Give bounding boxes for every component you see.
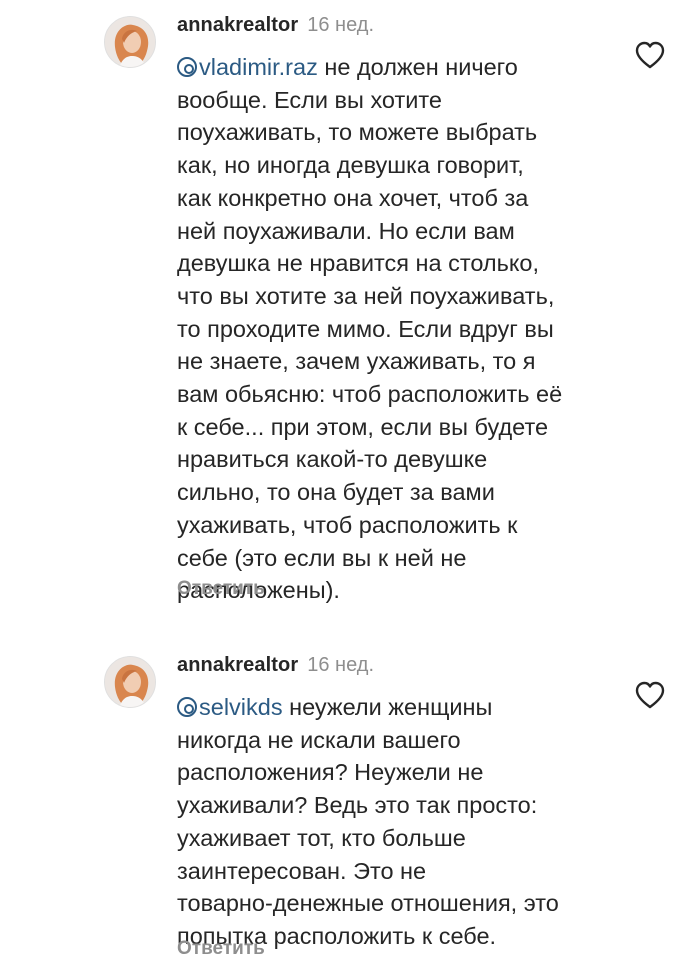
reply-button[interactable]: Ответить [177,938,265,960]
comment-line: ухаживать, чтоб расположить к [177,511,518,538]
comment-line: себе (это если вы к ней не [177,544,467,571]
comment-line: девушка не нравится на столько, [177,250,540,277]
avatar[interactable] [104,656,156,708]
at-icon [177,697,197,717]
mention-username[interactable]: selvikds [199,694,283,720]
timestamp: 16 нед. [307,654,375,676]
comment-text: selvikds неужели женщины никогда не иска… [177,691,617,953]
comment-line: не знаете, зачем ухаживать, то я [177,348,536,375]
comment-line: selvikds неужели женщины [177,691,617,724]
comment-text: vladimir.raz не должен ничего вообще. Ес… [177,51,617,607]
comment-line: ухаживали? Ведь это так просто: [177,792,538,819]
heart-outline-icon[interactable] [635,681,665,709]
comment-line: нравиться какой-то девушке [177,446,488,473]
reply-button[interactable]: Ответить [177,578,265,600]
comment-line: ней поухаживали. Но если вам [177,217,515,244]
comment-line: вам обьясню: чтоб расположить её [177,381,563,408]
comment-line: никогда не искали вашего [177,726,461,753]
comment-line: то проходите мимо. Если вдруг вы [177,315,554,342]
comment-line: вообще. Если вы хотите [177,86,442,113]
comment-line: заинтересован. Это не [177,857,427,884]
username-link[interactable]: annakrealtor [177,654,298,677]
mention-username[interactable]: vladimir.raz [199,54,318,80]
comment-meta: annakrealtor 16 нед. [177,654,374,680]
username-link[interactable]: annakrealtor [177,14,298,37]
user-avatar-icon [105,657,155,707]
comment-line: как, но иногда девушка говорит, [177,152,524,179]
comment-line: ухаживает тот, кто больше [177,824,466,851]
comment-meta: annakrealtor 16 нед. [177,14,374,40]
comment-line-text: не должен ничего [317,54,518,80]
comment-line: товарно-денежные отношения, это [177,890,559,917]
timestamp: 16 нед. [307,14,375,36]
comment-line: поухаживать, то можете выбрать [177,119,538,146]
heart-outline-icon[interactable] [635,41,665,69]
avatar[interactable] [104,16,156,68]
comment-line: к себе... при этом, если вы будете [177,413,549,440]
comment-line: расположения? Неужели не [177,759,484,786]
comment-line-text: неужели женщины [282,694,493,720]
comment-line: как конкретно она хочет, чтоб за [177,184,529,211]
user-avatar-icon [105,17,155,67]
comment-line: сильно, то она будет за вами [177,479,495,506]
comment-line: что вы хотите за ней поухаживать, [177,282,555,309]
mention-link[interactable]: vladimir.raz [177,54,318,80]
at-icon [177,57,197,77]
mention-link[interactable]: selvikds [177,694,283,720]
comment-line: vladimir.raz не должен ничего [177,51,617,84]
